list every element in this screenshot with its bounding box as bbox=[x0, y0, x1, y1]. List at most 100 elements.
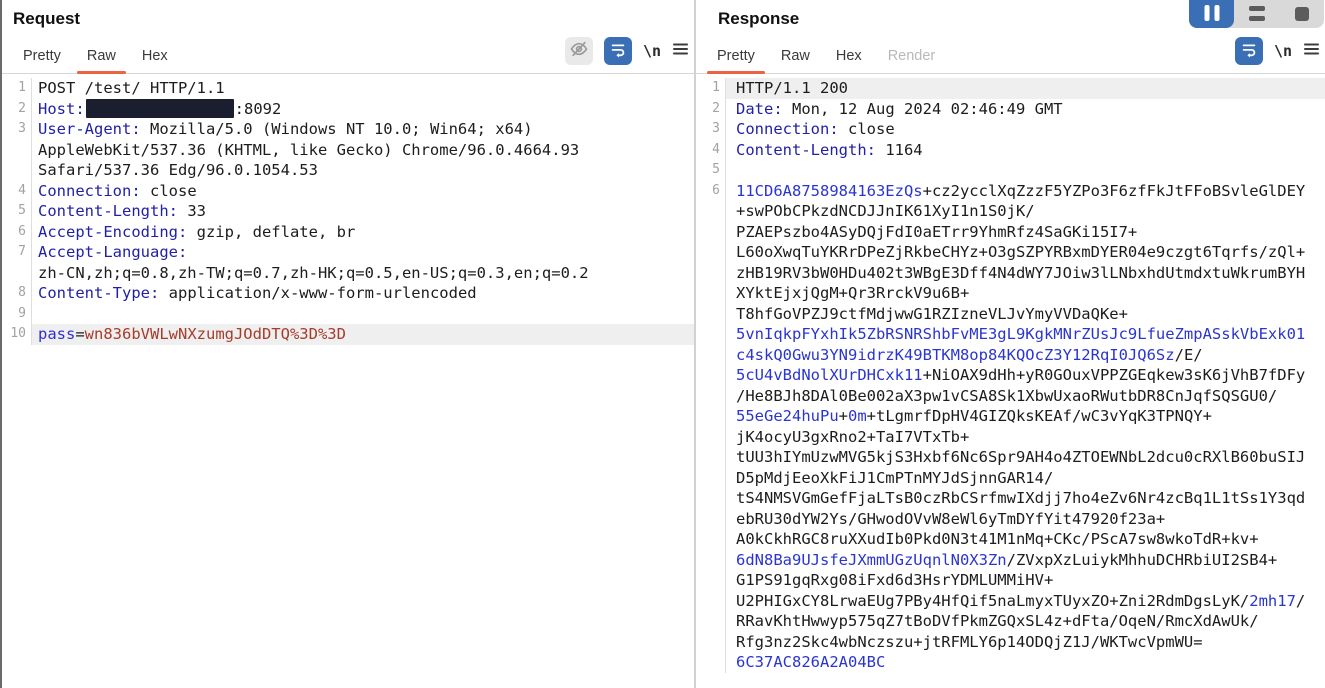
request-code-row[interactable]: 8Content-Type: application/x-www-form-ur… bbox=[2, 283, 694, 304]
line-number bbox=[696, 242, 726, 263]
response-code-row[interactable]: 2Date: Mon, 12 Aug 2024 02:46:49 GMT bbox=[696, 99, 1325, 120]
request-code-row[interactable]: 7Accept-Language: bbox=[2, 242, 694, 263]
request-code-row[interactable]: 2Host::8092 bbox=[2, 99, 694, 120]
code-run: +NiOAX9dHh+yR0GOuxVPPZGEqkew3sK6jVhB7fDF… bbox=[923, 366, 1306, 384]
code-run: +tLgmrfDpHV4GIZQksKEAf/wC3vYqK3TPNQY+ bbox=[867, 407, 1212, 425]
code-run: Accept-Encoding: bbox=[38, 223, 187, 241]
code-run: / bbox=[1296, 592, 1305, 610]
response-code-row[interactable]: XYktEjxjQgM+Qr3RrckV9u6B+ bbox=[696, 283, 1325, 304]
response-code-row[interactable]: zHB19RV3bW0HDu402t3WBgE3Dff4N4dWY7JOiw3l… bbox=[696, 263, 1325, 284]
request-tab-raw[interactable]: Raw bbox=[74, 41, 129, 73]
line-number bbox=[696, 488, 726, 509]
response-code-row[interactable]: RRavKhtHwwyp575qZ7tBoDVfPkmZGQxSL4z+dFta… bbox=[696, 611, 1325, 632]
response-code-row[interactable]: 5vnIqkpFYxhIk5ZbRSNRShbFvME3gL9KgkMNrZUs… bbox=[696, 324, 1325, 345]
request-code-row[interactable]: 5Content-Length: 33 bbox=[2, 201, 694, 222]
code-run: /ZVxpXzLuiykMhhuDCHRbiUI2SB4+ bbox=[1007, 551, 1278, 569]
response-code-row[interactable]: 6dN8Ba9UJsfeJXmmUGzUqnlN0X3Zn/ZVxpXzLuiy… bbox=[696, 550, 1325, 571]
response-tab-hex[interactable]: Hex bbox=[823, 41, 875, 73]
response-code-row[interactable]: 5cU4vBdNolXUrDHCxk11+NiOAX9dHh+yR0GOuxVP… bbox=[696, 365, 1325, 386]
request-header: Request PrettyRawHex bbox=[2, 0, 694, 74]
code-run: Accept-Language: bbox=[38, 243, 187, 261]
response-code-row[interactable]: Rfg3nz2Skc4wbNczszu+jtRFMLY6p14ODQjZ1J/W… bbox=[696, 632, 1325, 653]
request-code-row[interactable]: 10pass=wn836bVWLwNXzumgJOdDTQ%3D%3D bbox=[2, 324, 694, 345]
response-code-row[interactable]: PZAEPszbo4ASyDQjFdI0aETrr9YhmRfz4SaGKi15… bbox=[696, 222, 1325, 243]
request-code-row[interactable]: Safari/537.36 Edg/96.0.1054.53 bbox=[2, 160, 694, 181]
response-code-row[interactable]: 5 bbox=[696, 160, 1325, 181]
response-code-row[interactable]: 3Connection: close bbox=[696, 119, 1325, 140]
response-code-row[interactable]: T8hfGoVPZJ9ctfMdjwwG1RZIzneVLJvYmyVVDaQK… bbox=[696, 304, 1325, 325]
single-pane-button[interactable] bbox=[1279, 0, 1324, 28]
menu-icon[interactable] bbox=[1303, 41, 1320, 62]
request-code-row[interactable]: AppleWebKit/537.36 (KHTML, like Gecko) C… bbox=[2, 140, 694, 161]
split-columns-button[interactable] bbox=[1189, 0, 1234, 28]
code-text: ebRU30dYW2Ys/GHwodOVvW8eWl6yTmDYfYit4792… bbox=[726, 509, 1325, 530]
show-newlines-button[interactable]: \n bbox=[1274, 42, 1292, 60]
word-wrap-button[interactable] bbox=[604, 37, 632, 65]
code-run: 55eGe24huPu bbox=[736, 407, 839, 425]
request-tab-pretty[interactable]: Pretty bbox=[10, 41, 74, 73]
code-text: Content-Length: 1164 bbox=[726, 140, 1325, 161]
code-run: 1164 bbox=[876, 141, 923, 159]
request-code-row[interactable]: 6Accept-Encoding: gzip, deflate, br bbox=[2, 222, 694, 243]
code-text: U2PHIGxCY8LrwaEUg7PBy4HfQif5naLmyxTUyxZO… bbox=[726, 591, 1325, 612]
code-run: PZAEPszbo4ASyDQjFdI0aETrr9YhmRfz4SaGKi15… bbox=[736, 223, 1137, 241]
response-code-row[interactable]: G1PS91gqRxg08iFxd6d3HsrYDMLUMMiHV+ bbox=[696, 570, 1325, 591]
response-code-row[interactable]: jK4ocyU3gxRno2+TaI7VTxTb+ bbox=[696, 427, 1325, 448]
response-code-row[interactable]: 4Content-Length: 1164 bbox=[696, 140, 1325, 161]
code-run: A0kCkhRGC8ruXXudIb0Pkd0N3t41M1nMq+CKc/PS… bbox=[736, 530, 1259, 548]
code-run: Connection: bbox=[38, 182, 141, 200]
response-code-row[interactable]: +swPObCPkzdNCDJJnIK61XyI1n1S0jK/ bbox=[696, 201, 1325, 222]
code-run: jK4ocyU3gxRno2+TaI7VTxTb+ bbox=[736, 428, 969, 446]
code-text: PZAEPszbo4ASyDQjFdI0aETrr9YhmRfz4SaGKi15… bbox=[726, 222, 1325, 243]
response-tab-raw[interactable]: Raw bbox=[768, 41, 823, 73]
response-code-row[interactable]: 1HTTP/1.1 200 bbox=[696, 78, 1325, 99]
code-run: 33 bbox=[178, 202, 206, 220]
line-number: 5 bbox=[2, 201, 32, 222]
request-panel: Request PrettyRawHex bbox=[2, 0, 694, 688]
code-text: Content-Length: 33 bbox=[32, 201, 694, 222]
code-run: XYktEjxjQgM+Qr3RrckV9u6B+ bbox=[736, 284, 969, 302]
response-tab-pretty[interactable]: Pretty bbox=[704, 41, 768, 73]
response-code-row[interactable]: L60oXwqTuYKRrDPeZjRkbeCHYz+O3gSZPYRBxmDY… bbox=[696, 242, 1325, 263]
request-tab-hex[interactable]: Hex bbox=[129, 41, 181, 73]
code-run: gzip, deflate, br bbox=[187, 223, 355, 241]
response-code-row[interactable]: ebRU30dYW2Ys/GHwodOVvW8eWl6yTmDYfYit4792… bbox=[696, 509, 1325, 530]
request-code-row[interactable]: 9 bbox=[2, 304, 694, 325]
response-code-row[interactable]: tUU3hIYmUzwMVG5kjS3Hxbf6Nc6Spr9AH4o4ZTOE… bbox=[696, 447, 1325, 468]
code-run: +swPObCPkzdNCDJJnIK61XyI1n1S0jK/ bbox=[736, 202, 1035, 220]
response-code-row[interactable]: c4skQ0Gwu3YN9idrzK49BTKM8op84KQOcZ3Y12Rq… bbox=[696, 345, 1325, 366]
code-run: Mozilla/5.0 (Windows NT 10.0; Win64; x64… bbox=[141, 120, 533, 138]
request-code-row[interactable]: zh-CN,zh;q=0.8,zh-TW;q=0.7,zh-HK;q=0.5,e… bbox=[2, 263, 694, 284]
code-run: U2PHIGxCY8LrwaEUg7PBy4HfQif5naLmyxTUyxZO… bbox=[736, 592, 1249, 610]
response-tab-render[interactable]: Render bbox=[875, 41, 949, 73]
code-run: tUU3hIYmUzwMVG5kjS3Hxbf6Nc6Spr9AH4o4ZTOE… bbox=[736, 448, 1305, 466]
code-text: Host::8092 bbox=[32, 99, 694, 120]
request-code-row[interactable]: 3User-Agent: Mozilla/5.0 (Windows NT 10.… bbox=[2, 119, 694, 140]
request-code-row[interactable]: 4Connection: close bbox=[2, 181, 694, 202]
menu-icon[interactable] bbox=[672, 41, 689, 62]
response-editor[interactable]: 1HTTP/1.1 2002Date: Mon, 12 Aug 2024 02:… bbox=[696, 74, 1325, 688]
split-rows-icon bbox=[1249, 6, 1265, 21]
line-number: 3 bbox=[696, 119, 726, 140]
code-text: L60oXwqTuYKRrDPeZjRkbeCHYz+O3gSZPYRBxmDY… bbox=[726, 242, 1325, 263]
response-code-row[interactable]: /He8BJh8DAl0Be002aX3pw1vCSA8Sk1XbwUxaoRW… bbox=[696, 386, 1325, 407]
show-newlines-button[interactable]: \n bbox=[643, 42, 661, 60]
response-code-row[interactable]: D5pMdjEeoXkFiJ1CmPTnMYJdSjnnGAR14/ bbox=[696, 468, 1325, 489]
line-number: 5 bbox=[696, 160, 726, 181]
word-wrap-icon bbox=[609, 40, 627, 63]
code-run: application/x-www-form-urlencoded bbox=[159, 284, 476, 302]
word-wrap-button[interactable] bbox=[1235, 37, 1263, 65]
hide-highlights-button[interactable] bbox=[565, 37, 593, 65]
code-text: Connection: close bbox=[726, 119, 1325, 140]
code-run: Rfg3nz2Skc4wbNczszu+jtRFMLY6p14ODQjZ1J/W… bbox=[736, 633, 1203, 651]
response-code-row[interactable]: A0kCkhRGC8ruXXudIb0Pkd0N3t41M1nMq+CKc/PS… bbox=[696, 529, 1325, 550]
response-code-row[interactable]: U2PHIGxCY8LrwaEUg7PBy4HfQif5naLmyxTUyxZO… bbox=[696, 591, 1325, 612]
split-rows-button[interactable] bbox=[1234, 0, 1279, 28]
request-editor[interactable]: 1POST /test/ HTTP/1.12Host::80923User-Ag… bbox=[2, 74, 694, 688]
response-code-row[interactable]: 55eGe24huPu+0m+tLgmrfDpHV4GIZQksKEAf/wC3… bbox=[696, 406, 1325, 427]
response-code-row[interactable]: 611CD6A8758984163EzQs+cz2ycclXqZzzF5YZPo… bbox=[696, 181, 1325, 202]
line-number bbox=[696, 611, 726, 632]
response-code-row[interactable]: 6C37AC826A2A04BC bbox=[696, 652, 1325, 673]
response-code-row[interactable]: tS4NMSVGmGefFjaLTsB0czRbCSrfmwIXdjj7ho4e… bbox=[696, 488, 1325, 509]
request-code-row[interactable]: 1POST /test/ HTTP/1.1 bbox=[2, 78, 694, 99]
